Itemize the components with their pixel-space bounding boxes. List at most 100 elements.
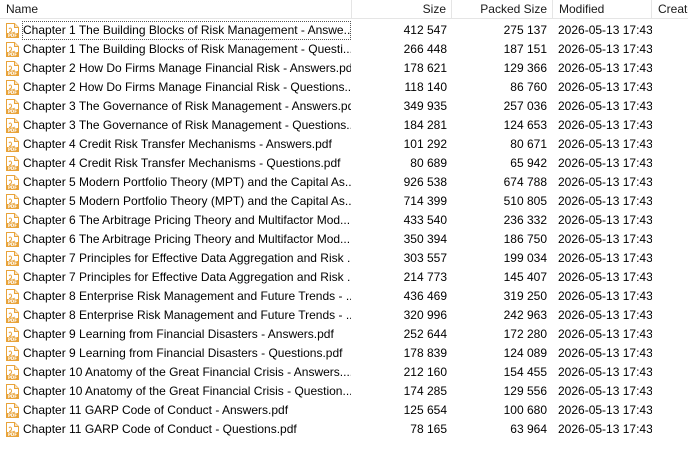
file-name: Chapter 4 Credit Risk Transfer Mechanism… — [23, 137, 332, 151]
file-packed-size: 275 137 — [503, 23, 547, 37]
file-size: 350 394 — [403, 232, 447, 246]
file-name: Chapter 11 GARP Code of Conduct - Answer… — [23, 403, 289, 417]
file-modified: 2026-05-13 17:43 — [558, 80, 652, 94]
file-modified: 2026-05-13 17:43 — [558, 384, 652, 398]
file-row[interactable]: PDF Chapter 5 Modern Portfolio Theory (M… — [0, 173, 688, 192]
pdf-file-icon: PDF — [6, 327, 19, 342]
file-size: 80 689 — [410, 156, 447, 170]
file-row[interactable]: PDF Chapter 11 GARP Code of Conduct - An… — [0, 401, 688, 420]
file-size: 78 165 — [410, 422, 447, 436]
file-name: Chapter 6 The Arbitrage Pricing Theory a… — [23, 232, 351, 246]
file-row[interactable]: PDF Chapter 9 Learning from Financial Di… — [0, 344, 688, 363]
file-row[interactable]: PDF Chapter 7 Principles for Effective D… — [0, 249, 688, 268]
file-row[interactable]: PDF Chapter 6 The Arbitrage Pricing Theo… — [0, 211, 688, 230]
file-row[interactable]: PDF Chapter 6 The Arbitrage Pricing Theo… — [0, 230, 688, 249]
pdf-file-icon: PDF — [6, 365, 19, 380]
pdf-file-icon: PDF — [6, 156, 19, 171]
file-packed-size: 65 942 — [510, 156, 547, 170]
file-name: Chapter 1 The Building Blocks of Risk Ma… — [23, 42, 351, 56]
file-name: Chapter 2 How Do Firms Manage Financial … — [23, 80, 351, 94]
svg-text:PDF: PDF — [8, 52, 17, 57]
svg-text:PDF: PDF — [8, 109, 17, 114]
file-modified: 2026-05-13 17:43 — [558, 156, 652, 170]
file-packed-size: 124 653 — [503, 118, 547, 132]
file-row[interactable]: PDF Chapter 10 Anatomy of the Great Fina… — [0, 363, 688, 382]
file-row[interactable]: PDF Chapter 3 The Governance of Risk Man… — [0, 97, 688, 116]
file-row[interactable]: PDF Chapter 2 How Do Firms Manage Financ… — [0, 59, 688, 78]
file-modified: 2026-05-13 17:43 — [558, 289, 652, 303]
svg-text:PDF: PDF — [8, 375, 17, 380]
file-row[interactable]: PDF Chapter 8 Enterprise Risk Management… — [0, 287, 688, 306]
file-modified: 2026-05-13 17:43 — [558, 308, 652, 322]
svg-text:PDF: PDF — [8, 299, 17, 304]
pdf-file-icon: PDF — [6, 384, 19, 399]
file-name: Chapter 8 Enterprise Risk Management and… — [23, 308, 351, 322]
file-modified: 2026-05-13 17:43 — [558, 251, 652, 265]
file-size: 178 621 — [403, 61, 447, 75]
svg-text:PDF: PDF — [8, 223, 17, 228]
file-packed-size: 124 089 — [503, 346, 547, 360]
column-header-modified[interactable]: Modified — [553, 0, 652, 19]
svg-text:PDF: PDF — [8, 204, 17, 209]
file-packed-size: 145 407 — [503, 270, 547, 284]
pdf-file-icon: PDF — [6, 118, 19, 133]
file-size: 178 839 — [403, 346, 447, 360]
pdf-file-icon: PDF — [6, 175, 19, 190]
file-modified: 2026-05-13 17:43 — [558, 270, 652, 284]
file-name: Chapter 11 GARP Code of Conduct - Questi… — [23, 422, 297, 436]
column-header-size[interactable]: Size — [352, 0, 452, 19]
file-packed-size: 510 805 — [503, 194, 547, 208]
file-row[interactable]: PDF Chapter 4 Credit Risk Transfer Mecha… — [0, 135, 688, 154]
pdf-file-icon: PDF — [6, 289, 19, 304]
pdf-file-icon: PDF — [6, 61, 19, 76]
pdf-file-icon: PDF — [6, 403, 19, 418]
file-row[interactable]: PDF Chapter 10 Anatomy of the Great Fina… — [0, 382, 688, 401]
file-size: 101 292 — [403, 137, 447, 151]
file-row[interactable]: PDF Chapter 7 Principles for Effective D… — [0, 268, 688, 287]
file-row[interactable]: PDF Chapter 11 GARP Code of Conduct - Qu… — [0, 420, 688, 439]
pdf-file-icon: PDF — [6, 346, 19, 361]
file-size: 266 448 — [403, 42, 447, 56]
file-packed-size: 80 671 — [510, 137, 547, 151]
file-modified: 2026-05-13 17:43 — [558, 232, 652, 246]
file-row[interactable]: PDF Chapter 9 Learning from Financial Di… — [0, 325, 688, 344]
svg-text:PDF: PDF — [8, 356, 17, 361]
file-name: Chapter 5 Modern Portfolio Theory (MPT) … — [23, 194, 351, 208]
file-size: 214 773 — [403, 270, 447, 284]
column-header: Name Size Packed Size Modified Create — [0, 0, 688, 19]
file-size: 303 557 — [403, 251, 447, 265]
pdf-file-icon: PDF — [6, 308, 19, 323]
file-row[interactable]: PDF Chapter 1 The Building Blocks of Ris… — [0, 21, 688, 40]
file-modified: 2026-05-13 17:43 — [558, 194, 652, 208]
svg-text:PDF: PDF — [8, 242, 17, 247]
file-row[interactable]: PDF Chapter 1 The Building Blocks of Ris… — [0, 40, 688, 59]
file-name: Chapter 3 The Governance of Risk Managem… — [23, 118, 351, 132]
file-size: 714 399 — [403, 194, 447, 208]
file-name: Chapter 3 The Governance of Risk Managem… — [23, 99, 351, 113]
file-size: 125 654 — [403, 403, 447, 417]
file-row[interactable]: PDF Chapter 3 The Governance of Risk Man… — [0, 116, 688, 135]
column-header-packed-size[interactable]: Packed Size — [452, 0, 553, 19]
file-modified: 2026-05-13 17:43 — [558, 118, 652, 132]
file-row[interactable]: PDF Chapter 8 Enterprise Risk Management… — [0, 306, 688, 325]
file-packed-size: 186 750 — [503, 232, 547, 246]
file-row[interactable]: PDF Chapter 4 Credit Risk Transfer Mecha… — [0, 154, 688, 173]
file-row[interactable]: PDF Chapter 2 How Do Firms Manage Financ… — [0, 78, 688, 97]
svg-text:PDF: PDF — [8, 394, 17, 399]
file-modified: 2026-05-13 17:43 — [558, 213, 652, 227]
pdf-file-icon: PDF — [6, 270, 19, 285]
file-size: 252 644 — [403, 327, 447, 341]
svg-text:PDF: PDF — [8, 33, 17, 38]
file-modified: 2026-05-13 17:43 — [558, 365, 652, 379]
file-packed-size: 199 034 — [503, 251, 547, 265]
file-packed-size: 86 760 — [510, 80, 547, 94]
column-header-name[interactable]: Name — [0, 0, 352, 19]
file-packed-size: 172 280 — [503, 327, 547, 341]
svg-text:PDF: PDF — [8, 318, 17, 323]
svg-text:PDF: PDF — [8, 432, 17, 437]
file-packed-size: 236 332 — [503, 213, 547, 227]
svg-text:PDF: PDF — [8, 71, 17, 76]
file-row[interactable]: PDF Chapter 5 Modern Portfolio Theory (M… — [0, 192, 688, 211]
column-header-created[interactable]: Create — [652, 0, 688, 19]
file-size: 349 935 — [403, 99, 447, 113]
